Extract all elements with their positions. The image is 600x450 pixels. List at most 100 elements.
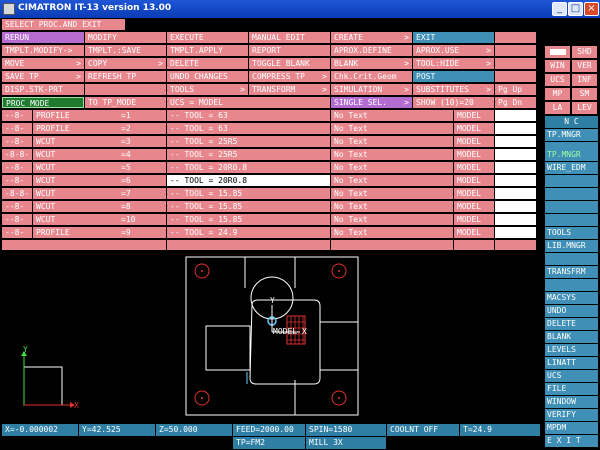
verify-button[interactable]: VERIFY bbox=[545, 409, 598, 421]
proc-text[interactable]: No Text bbox=[331, 110, 453, 121]
proc-index[interactable]: =6 bbox=[118, 175, 166, 186]
proc-text[interactable]: No Text bbox=[331, 123, 453, 134]
proc-color-swatch[interactable] bbox=[495, 162, 536, 173]
linatt-button[interactable]: LINATT bbox=[545, 357, 598, 369]
exit-side-button[interactable]: E X I T bbox=[545, 435, 598, 447]
aprox-define-button[interactable]: APROX.DEFINE bbox=[331, 45, 412, 56]
proc-model[interactable]: MODEL bbox=[454, 175, 494, 186]
proc-text[interactable]: No Text bbox=[331, 162, 453, 173]
proc-tool[interactable]: -- TOOL = 24.9 bbox=[167, 227, 330, 238]
tmplt-apply-button[interactable]: TMPLT.APPLY bbox=[167, 45, 248, 56]
shd-button[interactable]: SHD bbox=[572, 46, 597, 58]
post-button[interactable]: POST bbox=[413, 71, 494, 82]
ucs-side-button[interactable]: UCS bbox=[545, 370, 598, 382]
proc-text[interactable]: No Text bbox=[331, 214, 453, 225]
proc-color-swatch[interactable] bbox=[495, 110, 536, 121]
report-button[interactable]: REPORT bbox=[249, 45, 330, 56]
ucs-button[interactable]: UCS bbox=[545, 74, 570, 86]
tmplt-modify-button[interactable]: TMPLT.MODIFY-> bbox=[2, 45, 84, 56]
proc-index[interactable]: =10 bbox=[118, 214, 166, 225]
proc-tool[interactable]: -- TOOL = 25R5 bbox=[167, 149, 330, 160]
undo-side-button[interactable]: UNDO bbox=[545, 305, 598, 317]
proc-number[interactable]: --8- bbox=[2, 110, 32, 121]
graphics-viewport[interactable]: Y MODEL X Y X bbox=[0, 250, 543, 422]
proc-model[interactable]: MODEL bbox=[454, 149, 494, 160]
maximize-button[interactable]: □ bbox=[568, 2, 583, 16]
proc-tool[interactable]: -- TOOL = 63 bbox=[167, 110, 330, 121]
tmplt-save-button[interactable]: TMPLT.:SAVE bbox=[85, 45, 166, 56]
proc-index[interactable]: =4 bbox=[118, 149, 166, 160]
proc-model[interactable]: MODEL bbox=[454, 227, 494, 238]
proc-tool[interactable]: -- TOOL = 20R0.8 bbox=[167, 175, 330, 186]
win-button[interactable]: WIN bbox=[545, 60, 570, 72]
proc-number[interactable]: --8- bbox=[2, 162, 32, 173]
proc-model[interactable]: MODEL bbox=[454, 123, 494, 134]
execute-button[interactable]: EXECUTE bbox=[167, 32, 248, 43]
la-button[interactable]: LA bbox=[545, 102, 570, 114]
proc-number[interactable]: --8- bbox=[2, 136, 32, 147]
shade-swatch[interactable] bbox=[545, 46, 570, 58]
page-down-button[interactable]: Pg Dn bbox=[495, 97, 536, 108]
proc-tool[interactable]: -- TOOL = 63 bbox=[167, 123, 330, 134]
wire-edm-button[interactable]: WIRE_EDM bbox=[545, 162, 598, 174]
rerun-button[interactable]: RERUN bbox=[2, 32, 84, 43]
proc-tool[interactable]: -- TOOL = 15.85 bbox=[167, 201, 330, 212]
proc-text[interactable]: No Text bbox=[331, 201, 453, 212]
move-button[interactable]: MOVE > bbox=[2, 58, 84, 69]
proc-model[interactable]: MODEL bbox=[454, 201, 494, 212]
proc-model[interactable]: MODEL bbox=[454, 110, 494, 121]
proc-text[interactable]: No Text bbox=[331, 136, 453, 147]
mpdm-button[interactable]: MPDM bbox=[545, 422, 598, 434]
ver-button[interactable]: VER bbox=[572, 60, 597, 72]
proc-color-swatch[interactable] bbox=[495, 175, 536, 186]
disp-stk-prt-button[interactable]: DISP.STK-PRT bbox=[2, 84, 84, 95]
modify-button[interactable]: MODIFY bbox=[85, 32, 166, 43]
manual-edit-button[interactable]: MANUAL EDIT bbox=[249, 32, 330, 43]
proc-index[interactable]: =5 bbox=[118, 162, 166, 173]
exit-menu-button[interactable]: EXIT bbox=[413, 32, 494, 43]
proc-mode-button[interactable]: PROC_MODE bbox=[2, 97, 84, 108]
proc-color-swatch[interactable] bbox=[495, 149, 536, 160]
proc-index[interactable]: =2 bbox=[118, 123, 166, 134]
simulation-button[interactable]: SIMULATION > bbox=[331, 84, 412, 95]
transfrm-button[interactable]: TRANSFRM bbox=[545, 266, 598, 278]
proc-number[interactable]: -8-8- bbox=[2, 149, 32, 160]
chk-crit-geom-button[interactable]: Chk.Crit.Geom bbox=[331, 71, 412, 82]
copy-button[interactable]: COPY > bbox=[85, 58, 166, 69]
tool-hide-button[interactable]: TOOL:HIDE > bbox=[413, 58, 494, 69]
proc-color-swatch[interactable] bbox=[495, 214, 536, 225]
proc-number[interactable]: -8-8- bbox=[2, 188, 32, 199]
ucs-model-button[interactable]: UCS = MODEL bbox=[167, 97, 330, 108]
minimize-button[interactable]: _ bbox=[552, 2, 567, 16]
proc-number[interactable]: --8- bbox=[2, 123, 32, 134]
page-up-button[interactable]: Pg Up bbox=[495, 84, 536, 95]
proc-number[interactable]: --8- bbox=[2, 201, 32, 212]
proc-index[interactable]: =9 bbox=[118, 227, 166, 238]
lev-button[interactable]: LEV bbox=[572, 102, 597, 114]
aprox-use-button[interactable]: APROX.USE > bbox=[413, 45, 494, 56]
lib-mngr-button[interactable]: LIB.MNGR bbox=[545, 240, 598, 252]
proc-color-swatch[interactable] bbox=[495, 188, 536, 199]
tp-mngr-button[interactable]: TP.MNGR bbox=[545, 129, 598, 141]
create-button[interactable]: CREATE > bbox=[331, 32, 412, 43]
proc-color-swatch[interactable] bbox=[495, 136, 536, 147]
delete-side-button[interactable]: DELETE bbox=[545, 318, 598, 330]
refresh-tp-button[interactable]: REFRESH TP bbox=[85, 71, 166, 82]
proc-model[interactable]: MODEL bbox=[454, 214, 494, 225]
save-tp-button[interactable]: SAVE TP > bbox=[2, 71, 84, 82]
proc-color-swatch[interactable] bbox=[495, 227, 536, 238]
transform-button[interactable]: TRANSFORM > bbox=[249, 84, 330, 95]
close-button[interactable]: × bbox=[584, 2, 599, 16]
toggle-blank-button[interactable]: TOGGLE BLANK bbox=[249, 58, 330, 69]
proc-index[interactable]: =3 bbox=[118, 136, 166, 147]
show-count-button[interactable]: SHOW (10)=20 bbox=[413, 97, 494, 108]
proc-text[interactable]: No Text bbox=[331, 175, 453, 186]
proc-text[interactable]: No Text bbox=[331, 188, 453, 199]
file-button[interactable]: FILE bbox=[545, 383, 598, 395]
undo-changes-button[interactable]: UNDO CHANGES bbox=[167, 71, 248, 82]
proc-color-swatch[interactable] bbox=[495, 201, 536, 212]
levels-button[interactable]: LEVELS bbox=[545, 344, 598, 356]
proc-text[interactable]: No Text bbox=[331, 149, 453, 160]
proc-index[interactable]: =8 bbox=[118, 201, 166, 212]
proc-index[interactable]: =7 bbox=[118, 188, 166, 199]
